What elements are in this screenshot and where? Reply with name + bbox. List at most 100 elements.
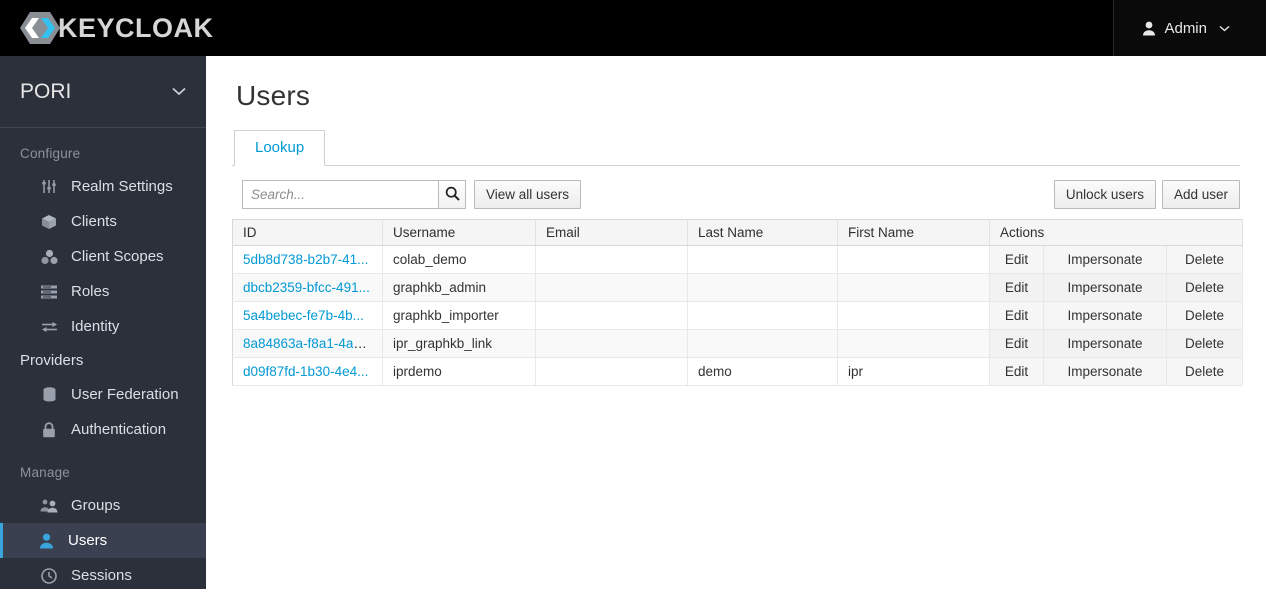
table-header-row: ID Username Email Last Name First Name A… (232, 219, 1244, 246)
cell-email (535, 357, 688, 386)
users-table: ID Username Email Last Name First Name A… (232, 219, 1244, 386)
sidebar-item-label-wrap: Providers (20, 352, 84, 369)
cell-username: colab_demo (382, 245, 536, 274)
main-content: Users Lookup View all users Unlock user (206, 56, 1266, 589)
sidebar-item-label: User Federation (71, 386, 179, 403)
sidebar-item-label: Clients (71, 213, 117, 230)
brand[interactable]: KEYCLOAK (0, 0, 214, 56)
sidebar-item-label: Authentication (71, 421, 167, 438)
sidebar-item-identity-providers[interactable]: Identity (0, 309, 206, 344)
user-id-link[interactable]: dbcb2359-bfcc-491... (243, 280, 370, 295)
delete-button[interactable]: Delete (1166, 301, 1244, 330)
sidebar-section-configure: Configure (20, 146, 81, 161)
tab-lookup[interactable]: Lookup (234, 130, 326, 166)
cube-icon (39, 213, 59, 231)
column-header-actions: Actions (989, 219, 1244, 246)
edit-button[interactable]: Edit (989, 273, 1044, 302)
sidebar-item-label: Sessions (71, 567, 132, 584)
realm-selector[interactable]: PORI (0, 56, 206, 128)
sidebar-item-label: Realm Settings (71, 178, 173, 195)
realm-name: PORI (20, 79, 72, 103)
impersonate-button[interactable]: Impersonate (1043, 357, 1167, 386)
edit-button[interactable]: Edit (989, 301, 1044, 330)
search-button[interactable] (438, 180, 466, 209)
impersonate-button[interactable]: Impersonate (1043, 329, 1167, 358)
tab-bar: Lookup (232, 130, 1240, 166)
chevron-down-icon (172, 83, 186, 101)
cell-email (535, 329, 688, 358)
sidebar-item-authentication[interactable]: Authentication (0, 412, 206, 447)
column-header-id: ID (232, 219, 383, 246)
admin-user-menu[interactable]: Admin (1142, 19, 1230, 37)
admin-user-label: Admin (1164, 19, 1207, 37)
edit-button[interactable]: Edit (989, 245, 1044, 274)
cell-email (535, 245, 688, 274)
table-row: 5a4bebec-fe7b-4b... graphkb_importer Edi… (232, 301, 1244, 330)
clock-icon (39, 567, 59, 585)
sidebar-item-label: Groups (71, 497, 121, 514)
view-all-users-button[interactable]: View all users (474, 180, 582, 209)
cell-id: dbcb2359-bfcc-491... (232, 273, 383, 302)
search-input[interactable] (242, 180, 438, 209)
keycloak-hexagon-logo (20, 8, 60, 48)
brand-name: KEYCLOAK (58, 12, 214, 43)
cell-last-name (687, 329, 838, 358)
sidebar-item-roles[interactable]: Roles (0, 274, 206, 309)
sidebar-item-label: Roles (71, 283, 110, 300)
cell-first-name: ipr (837, 357, 990, 386)
sidebar-item-users[interactable]: Users (0, 523, 206, 558)
cell-id: 5db8d738-b2b7-41... (232, 245, 383, 274)
cell-username: iprdemo (382, 357, 536, 386)
exchange-arrows-icon (39, 318, 59, 336)
sidebar-item-label: Client Scopes (71, 248, 164, 265)
table-row: 8a84863a-f8a1-4a7... ipr_graphkb_link Ed… (232, 329, 1244, 358)
user-id-link[interactable]: 5a4bebec-fe7b-4b... (243, 308, 364, 323)
lock-icon (39, 421, 59, 439)
cell-username: ipr_graphkb_link (382, 329, 536, 358)
impersonate-button[interactable]: Impersonate (1043, 245, 1167, 274)
user-id-link[interactable]: 8a84863a-f8a1-4a7... (243, 336, 372, 351)
impersonate-button[interactable]: Impersonate (1043, 273, 1167, 302)
table-row: dbcb2359-bfcc-491... graphkb_admin Edit … (232, 273, 1244, 302)
table-toolbar: View all users Unlock users Add user (232, 168, 1240, 219)
edit-button[interactable]: Edit (989, 329, 1044, 358)
toolbar-left: View all users (232, 180, 582, 209)
top-bar: KEYCLOAK Admin (0, 0, 1266, 56)
group-users-icon (39, 497, 59, 515)
user-icon (1142, 21, 1156, 36)
delete-button[interactable]: Delete (1166, 357, 1244, 386)
edit-button[interactable]: Edit (989, 357, 1044, 386)
sidebar: PORI Configure Realm Settings Clients Cl… (0, 56, 206, 589)
delete-button[interactable]: Delete (1166, 329, 1244, 358)
delete-button[interactable]: Delete (1166, 245, 1244, 274)
unlock-users-button[interactable]: Unlock users (1053, 180, 1156, 209)
sidebar-item-user-federation[interactable]: User Federation (0, 377, 206, 412)
sidebar-item-sessions[interactable]: Sessions (0, 558, 206, 589)
cell-id: d09f87fd-1b30-4e4... (232, 357, 383, 386)
delete-button[interactable]: Delete (1166, 273, 1244, 302)
sidebar-item-label: Identity (71, 318, 120, 335)
cell-email (535, 301, 688, 330)
user-icon (36, 532, 56, 550)
cell-last-name (687, 273, 838, 302)
user-id-link[interactable]: d09f87fd-1b30-4e4... (243, 364, 368, 379)
cell-email (535, 273, 688, 302)
column-header-last-name: Last Name (687, 219, 838, 246)
cell-first-name (837, 329, 990, 358)
sidebar-item-realm-settings[interactable]: Realm Settings (0, 169, 206, 204)
user-id-link[interactable]: 5db8d738-b2b7-41... (243, 252, 368, 267)
table-row: d09f87fd-1b30-4e4... iprdemo demo ipr Ed… (232, 357, 1244, 386)
toolbar-right: Unlock users Add user (1053, 180, 1240, 209)
sliders-icon (39, 178, 59, 196)
cell-first-name (837, 245, 990, 274)
column-header-first-name: First Name (837, 219, 990, 246)
search-icon (445, 186, 460, 204)
sidebar-item-groups[interactable]: Groups (0, 488, 206, 523)
impersonate-button[interactable]: Impersonate (1043, 301, 1167, 330)
cell-id: 5a4bebec-fe7b-4b... (232, 301, 383, 330)
page-title: Users (236, 80, 311, 111)
sidebar-item-client-scopes[interactable]: Client Scopes (0, 239, 206, 274)
add-user-button[interactable]: Add user (1161, 180, 1240, 209)
sidebar-item-clients[interactable]: Clients (0, 204, 206, 239)
top-bar-right: Admin (1113, 0, 1266, 56)
